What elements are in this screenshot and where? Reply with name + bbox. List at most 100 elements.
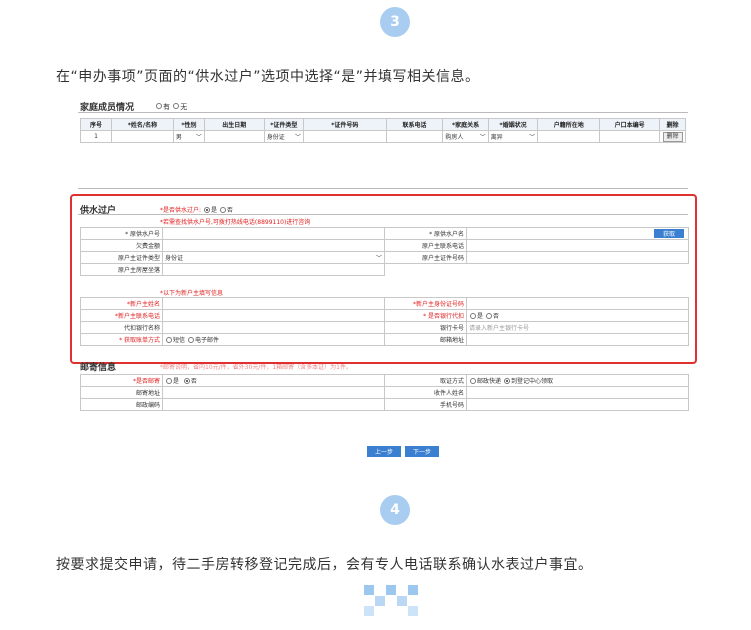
bank-card-input[interactable]: 请录入新户主银行卡号	[466, 321, 689, 334]
pickup-post-radio[interactable]	[470, 377, 476, 384]
table-row: *新户主姓名 *新户主身份证号码	[80, 297, 689, 310]
pickup-method-radio-group: 邮政快递 到登记中心领取	[466, 374, 689, 387]
postal-code-input[interactable]	[162, 398, 385, 411]
bank-card-label: 银行卡号	[384, 321, 467, 334]
table-row: 邮政编码 手机号码	[80, 398, 689, 411]
col-header: *家庭关系	[442, 118, 489, 131]
family-no-radio[interactable]	[173, 103, 180, 109]
postal-code-label: 邮政编码	[80, 398, 163, 411]
ornament-block	[397, 596, 407, 606]
new-owner-name-label: *新户主姓名	[80, 297, 163, 310]
arrears-input[interactable]	[162, 239, 385, 252]
household-input[interactable]	[537, 130, 601, 143]
bank-deduct-no-radio[interactable]	[485, 312, 492, 319]
col-header: *性别	[172, 118, 205, 131]
row-index: 1	[80, 130, 112, 143]
orig-account-label: * 原供水户号	[80, 227, 163, 240]
new-owner-phone-label: *新户主联系电话	[80, 309, 163, 322]
step-instruction-text: 在“申办事项”页面的“供水过户”选项中选择“是”并填写相关信息。	[56, 69, 480, 85]
bank-name-input[interactable]	[162, 321, 385, 334]
ornament-block	[364, 585, 374, 595]
mail-fee-note: *邮寄说明，省内10元/件，省外30元/件，1箱邮寄（含多本证）为1件。	[160, 364, 352, 371]
email-input[interactable]	[466, 333, 689, 346]
orig-owner-id-number-input[interactable]	[466, 251, 689, 264]
birthdate-input[interactable]	[203, 130, 265, 143]
divider	[78, 188, 688, 189]
water-table-1: * 原供水户号 * 原供水户名 获取 欠费金额 原户主联系电话 原户主证件类型 …	[80, 227, 689, 276]
orig-house-location-label: 原户主房屋坐落	[80, 263, 163, 276]
delete-row-button[interactable]: 删除	[662, 131, 683, 142]
bill-method-radio-group: 短信 电子邮件	[162, 333, 385, 346]
col-header: 序号	[80, 118, 112, 131]
bill-method-label: * 获取账单方式	[80, 333, 163, 346]
marital-select[interactable]: 离异 ﹀	[487, 130, 539, 143]
new-owner-phone-input[interactable]	[162, 309, 385, 322]
chevron-down-icon: ﹀	[294, 134, 301, 141]
family-yes-label: 有	[163, 103, 170, 111]
id-type-select[interactable]: 身份证 ﹀	[263, 130, 304, 143]
table-row: 邮寄地址 收件人姓名	[80, 386, 689, 399]
col-header: *证件号码	[302, 118, 387, 131]
new-owner-name-input[interactable]	[162, 297, 385, 310]
orig-owner-phone-input[interactable]	[466, 239, 689, 252]
step-instruction-text: 按要求提交申请，待二手房转移登记完成后，会有专人电话联系确认水表过户事宜。	[56, 557, 593, 573]
mail-section-title: 邮寄信息	[80, 363, 117, 373]
chevron-down-icon: ﹀	[529, 134, 536, 141]
mail-yes-radio[interactable]	[166, 377, 172, 384]
new-owner-id-label: *新户主身份证号码	[384, 297, 467, 310]
mail-no-radio[interactable]	[183, 377, 190, 384]
recipient-name-label: 收件人姓名	[384, 386, 467, 399]
orig-house-location-input[interactable]	[162, 263, 385, 276]
bank-name-label: 代扣银行名称	[80, 321, 163, 334]
relation-select[interactable]: 购房人 ﹀	[442, 130, 489, 143]
orig-owner-id-number-label: 原户主证件号码	[384, 251, 467, 264]
fetch-button[interactable]: 获取	[654, 229, 684, 238]
step-number-badge: 4	[380, 495, 410, 525]
mail-address-input[interactable]	[162, 386, 385, 399]
divider	[78, 214, 688, 215]
water-yes-radio[interactable]	[203, 206, 210, 213]
water-transfer-question: *是否供水过户: 是 否	[160, 206, 233, 214]
recipient-name-input[interactable]	[466, 386, 689, 399]
orig-owner-phone-label: 原户主联系电话	[384, 239, 467, 252]
bank-deduct-yes-radio[interactable]	[470, 312, 476, 319]
hotline-note: *若需查找供水户号,可拨打热线电话(8899110)进行咨询	[160, 219, 311, 226]
col-header: *婚姻状况	[487, 118, 539, 131]
orig-account-input[interactable]	[162, 227, 385, 240]
family-table-header: 序号 *姓名/名称 *性别 出生日期 *证件类型 *证件号码 联系电话 *家庭关…	[80, 118, 686, 131]
mail-required-label: *是否邮寄	[80, 374, 163, 387]
id-number-input[interactable]	[302, 130, 387, 143]
table-row: 原户主房屋坐落	[80, 263, 689, 276]
mail-radio-group: 是 否	[162, 374, 385, 387]
col-header: 户籍所在地	[537, 118, 601, 131]
ornament-block	[408, 606, 418, 616]
bank-deduct-radio-group: 是 否	[466, 309, 689, 322]
name-input[interactable]	[110, 130, 174, 143]
col-header: 户口本编号	[599, 118, 661, 131]
ornament-block	[408, 585, 418, 595]
col-header: *姓名/名称	[110, 118, 174, 131]
pickup-center-radio[interactable]	[503, 377, 510, 384]
col-header: 联系电话	[385, 118, 444, 131]
table-row: 1 男 ﹀ 身份证 ﹀ 购房人 ﹀ 离异 ﹀ 删除	[80, 130, 686, 143]
table-row: * 获取账单方式 短信 电子邮件 邮箱地址	[80, 333, 689, 346]
family-table: 序号 *姓名/名称 *性别 出生日期 *证件类型 *证件号码 联系电话 *家庭关…	[80, 118, 686, 143]
email-label: 邮箱地址	[384, 333, 467, 346]
step-number-badge: 3	[380, 7, 410, 37]
family-yes-radio[interactable]	[156, 103, 162, 109]
orig-owner-id-type-label: 原户主证件类型	[80, 251, 163, 264]
chevron-down-icon: ﹀	[479, 134, 486, 141]
household-book-input[interactable]	[599, 130, 661, 143]
bill-sms-radio[interactable]	[166, 336, 172, 343]
col-header: 出生日期	[203, 118, 265, 131]
gender-select[interactable]: 男 ﹀	[172, 130, 205, 143]
phone-input[interactable]	[385, 130, 444, 143]
next-step-button[interactable]: 下一步	[405, 446, 439, 457]
bill-email-radio[interactable]	[187, 336, 194, 343]
orig-owner-id-type-select[interactable]: 身份证 ﹀	[162, 251, 385, 264]
prev-step-button[interactable]: 上一步	[367, 446, 401, 457]
table-row: 原户主证件类型 身份证 ﹀ 原户主证件号码	[80, 251, 689, 264]
water-no-radio[interactable]	[219, 206, 226, 213]
new-owner-id-input[interactable]	[466, 297, 689, 310]
mobile-input[interactable]	[466, 398, 689, 411]
